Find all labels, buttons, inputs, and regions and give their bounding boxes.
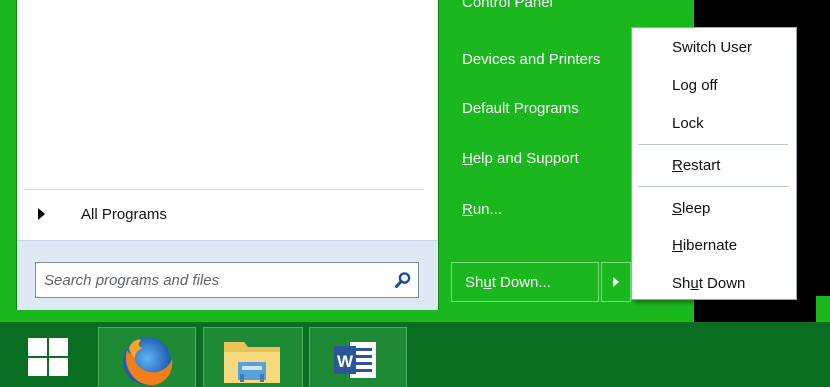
run-label: un... [472, 201, 503, 218]
taskbar-word[interactable]: W [309, 327, 407, 387]
programs-divider [22, 189, 424, 190]
search-input[interactable] [36, 263, 388, 297]
menu-item-lock[interactable]: Lock [672, 115, 704, 132]
menu-separator [638, 144, 788, 145]
firefox-icon [123, 337, 173, 386]
devices-and-printers-link[interactable]: Devices and Printers [462, 51, 600, 68]
menu-item-switch-user[interactable]: Switch User [672, 39, 752, 56]
help-accelerator: H [462, 150, 473, 167]
file-explorer-icon [224, 342, 280, 383]
menu-separator [638, 186, 788, 187]
desktop-edge [816, 296, 830, 322]
all-programs-button[interactable]: All Programs [16, 193, 421, 235]
windows-logo-icon [28, 338, 68, 376]
menu-item-log-off[interactable]: Log off [672, 77, 718, 94]
restart-label: estart [682, 157, 721, 174]
menu-item-hibernate[interactable]: Hibernate [672, 237, 737, 254]
shut-down-button[interactable]: Sh u t Down... [451, 262, 599, 302]
triangle-right-icon [613, 277, 619, 287]
control-panel-link[interactable]: Control Panel [462, 0, 553, 11]
hibernate-label: ibernate [682, 237, 738, 254]
run-link[interactable]: Run... [462, 201, 502, 218]
shut-down-item-label-a: Sh [672, 275, 691, 292]
shut-down-label-b: t Down... [491, 273, 551, 291]
menu-item-shut-down[interactable]: Shut Down [672, 275, 745, 292]
taskbar-file-explorer[interactable] [203, 327, 303, 387]
sleep-label: leep [682, 200, 711, 217]
help-and-support-link[interactable]: Help and Support [462, 150, 579, 167]
triangle-right-icon [38, 208, 45, 220]
word-icon-letter: W [337, 352, 354, 371]
taskbar-firefox[interactable] [98, 327, 196, 387]
sleep-accelerator: S [672, 200, 683, 217]
restart-accelerator: R [672, 157, 683, 174]
shut-down-item-accelerator: u [690, 275, 699, 292]
search-icon[interactable] [388, 263, 418, 297]
shut-down-accelerator: u [483, 273, 492, 291]
shut-down-options-menu: Switch User Log off Lock Restart Sleep H… [631, 27, 797, 300]
shut-down-label-a: Sh [465, 273, 484, 291]
all-programs-label: All Programs [81, 205, 167, 223]
word-icon: W [334, 342, 376, 378]
run-accelerator: R [462, 201, 473, 218]
default-programs-link[interactable]: Default Programs [462, 100, 579, 117]
start-button[interactable] [26, 336, 70, 378]
menu-item-sleep[interactable]: Sleep [672, 200, 710, 217]
search-box[interactable] [35, 262, 419, 298]
hibernate-accelerator: H [672, 237, 683, 254]
help-label: elp and Support [472, 150, 579, 167]
menu-item-restart[interactable]: Restart [672, 157, 720, 174]
shut-down-options-button[interactable] [601, 262, 631, 302]
shut-down-item-label-b: t Down [698, 275, 746, 292]
